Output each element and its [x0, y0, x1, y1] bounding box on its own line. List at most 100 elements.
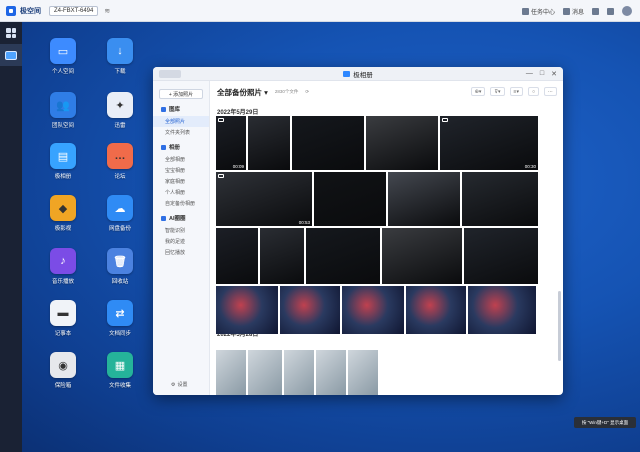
gear-icon[interactable] — [607, 7, 614, 15]
photo-thumbnail[interactable] — [306, 228, 380, 284]
sidebar-item-baby-album[interactable]: 宝宝相册 — [153, 165, 209, 176]
desktop-icon-video[interactable]: ◆ 极影视 — [43, 195, 83, 232]
task-center-button[interactable]: 任务中心 — [521, 7, 555, 16]
photo-thumbnail[interactable] — [284, 350, 314, 395]
photo-thumbnail[interactable]: 00:30 — [440, 116, 538, 170]
desktop-icon-cloud-backup[interactable]: ☁ 网盘备份 — [100, 195, 140, 232]
sidebar-item-personal-album[interactable]: 个人相册 — [153, 187, 209, 198]
photo-thumbnail[interactable] — [216, 286, 278, 334]
video-duration: 00:30 — [524, 164, 536, 169]
photo-thumbnail[interactable] — [468, 286, 536, 334]
desktop-icon-xunlei[interactable]: ✦ 迅雷 — [100, 92, 140, 129]
add-photo-button[interactable]: + 添加照片 — [159, 89, 203, 99]
user-icon[interactable] — [592, 7, 599, 15]
window-title: 极相册 — [353, 71, 373, 79]
desktop-icon-label: 个人空间 — [51, 69, 74, 75]
desktop-icon-notes[interactable]: ▬ 记事本 — [43, 300, 83, 337]
sort-icon: ≡ — [513, 88, 517, 95]
wifi-icon: ≋ — [104, 7, 111, 15]
desktop-icon-collect[interactable]: ▦ 文件收集 — [100, 352, 140, 389]
photo-thumbnail[interactable] — [314, 172, 386, 226]
sidebar-item-all-albums[interactable]: 全部相册 — [153, 154, 209, 165]
minimize-icon[interactable]: — — [526, 70, 533, 78]
photo-thumbnail[interactable] — [248, 350, 282, 395]
search-button[interactable]: ○ — [527, 87, 539, 96]
forum-icon: … — [107, 143, 133, 169]
task-icon — [521, 7, 529, 15]
refresh-icon[interactable]: ⟳ — [305, 89, 309, 95]
settings-button[interactable]: ⚙ 设置 — [171, 381, 188, 389]
desktop-icon-label: 文件收集 — [108, 383, 131, 389]
gear-icon: ⚙ — [171, 381, 176, 388]
desktop-icon-sync[interactable]: ⇄ 文档同步 — [100, 300, 140, 337]
photo-thumbnail[interactable] — [216, 228, 258, 284]
music-icon: ♪ — [50, 248, 76, 274]
app-name: 极空间 — [20, 7, 41, 15]
scrollbar[interactable] — [558, 291, 561, 361]
apps-grid-button[interactable] — [0, 22, 22, 44]
more-button[interactable]: ⋯ — [544, 87, 557, 96]
notes-icon: ▬ — [50, 300, 76, 326]
app-icon — [343, 70, 351, 77]
magnifier-icon: ○ — [531, 88, 535, 95]
page-title[interactable]: 全部备份照片 ▾ — [217, 87, 268, 98]
task-center-label: 任务中心 — [530, 9, 555, 16]
window-titlebar[interactable]: 极相册 — □ ✕ — [153, 67, 563, 81]
photo-thumbnail[interactable] — [316, 350, 346, 395]
desktop-icon-team-folder[interactable]: 👥 团队空间 — [43, 92, 83, 129]
photo-thumbnail[interactable] — [388, 172, 460, 226]
more-icon: ⋯ — [548, 88, 553, 95]
desktop-icon-trash[interactable]: 🗑 回收站 — [100, 248, 140, 285]
video-icon — [442, 118, 448, 122]
download-icon: ↓ — [107, 38, 133, 64]
desktop-icon-label: 团队空间 — [51, 123, 74, 129]
photo-thumbnail[interactable] — [348, 350, 378, 395]
device-selector[interactable]: Z4-FBXT-6494 — [49, 5, 99, 16]
messages-label: 消息 — [571, 9, 584, 16]
video-icon — [218, 174, 224, 178]
photo-thumbnail[interactable]: 00:53 — [216, 172, 312, 226]
photo-thumbnail[interactable] — [260, 228, 304, 284]
sidebar-item-smart-recognition[interactable]: 智能识别 — [153, 225, 209, 236]
albums-section-title: 相册 — [161, 143, 209, 151]
maximize-icon[interactable]: □ — [540, 70, 544, 78]
desktop-icon-photos[interactable]: ▤ 极相册 — [43, 143, 83, 180]
photo-thumbnail[interactable] — [216, 350, 246, 395]
dock-photos-button[interactable] — [0, 44, 22, 66]
desktop-icon-forum[interactable]: … 论坛 — [100, 143, 140, 180]
cloud-backup-icon: ☁ — [107, 195, 133, 221]
photo-thumbnail[interactable] — [462, 172, 538, 226]
photo-thumbnail[interactable] — [406, 286, 466, 334]
desktop-icon-label: 回收站 — [111, 279, 129, 285]
desktop-icon-folder[interactable]: ▭ 个人空间 — [43, 38, 83, 75]
sidebar-item-all-photos[interactable]: 全部照片 — [153, 116, 209, 127]
photo-thumbnail[interactable] — [248, 116, 290, 170]
photo-thumbnail[interactable] — [292, 116, 364, 170]
filter-button[interactable]: ⊽ ▾ — [490, 87, 505, 96]
photo-thumbnail[interactable] — [366, 116, 438, 170]
photo-thumbnail[interactable] — [342, 286, 404, 334]
zoom-button[interactable]: ⊕ ▾ — [470, 87, 486, 96]
photo-thumbnail[interactable] — [382, 228, 462, 284]
toast-hint: 按 "Win键+D" 显示桌面 — [574, 417, 636, 428]
desktop-icon-safe[interactable]: ◉ 保险箱 — [43, 352, 83, 389]
close-icon[interactable]: ✕ — [551, 70, 557, 78]
sidebar-item-footprints[interactable]: 我的足迹 — [153, 236, 209, 247]
photo-thumbnail[interactable]: 00:09 — [216, 116, 246, 170]
sidebar-item-memories[interactable]: 回忆播放 — [153, 247, 209, 258]
sidebar-item-family-album[interactable]: 家庭相册 — [153, 176, 209, 187]
sidebar-item-folders[interactable]: 文件夹列表 — [153, 127, 209, 138]
video-icon: ◆ — [50, 195, 76, 221]
photo-thumbnail[interactable] — [464, 228, 538, 284]
ai-icon — [161, 215, 166, 221]
app-logo[interactable]: 极空间 — [6, 5, 41, 16]
desktop-icon-music[interactable]: ♪ 音乐播放 — [43, 248, 83, 285]
sidebar-item-backup-album[interactable]: 自定备份相册 — [153, 198, 209, 209]
avatar[interactable] — [622, 6, 632, 16]
file-count: 2830个文件 — [274, 89, 299, 94]
desktop-icon-download[interactable]: ↓ 下载 — [100, 38, 140, 75]
desktop-icon-label: 记事本 — [54, 331, 72, 337]
messages-button[interactable]: 消息 — [562, 7, 584, 16]
sort-button[interactable]: ≡ ▾ — [509, 87, 523, 96]
photo-thumbnail[interactable] — [280, 286, 340, 334]
